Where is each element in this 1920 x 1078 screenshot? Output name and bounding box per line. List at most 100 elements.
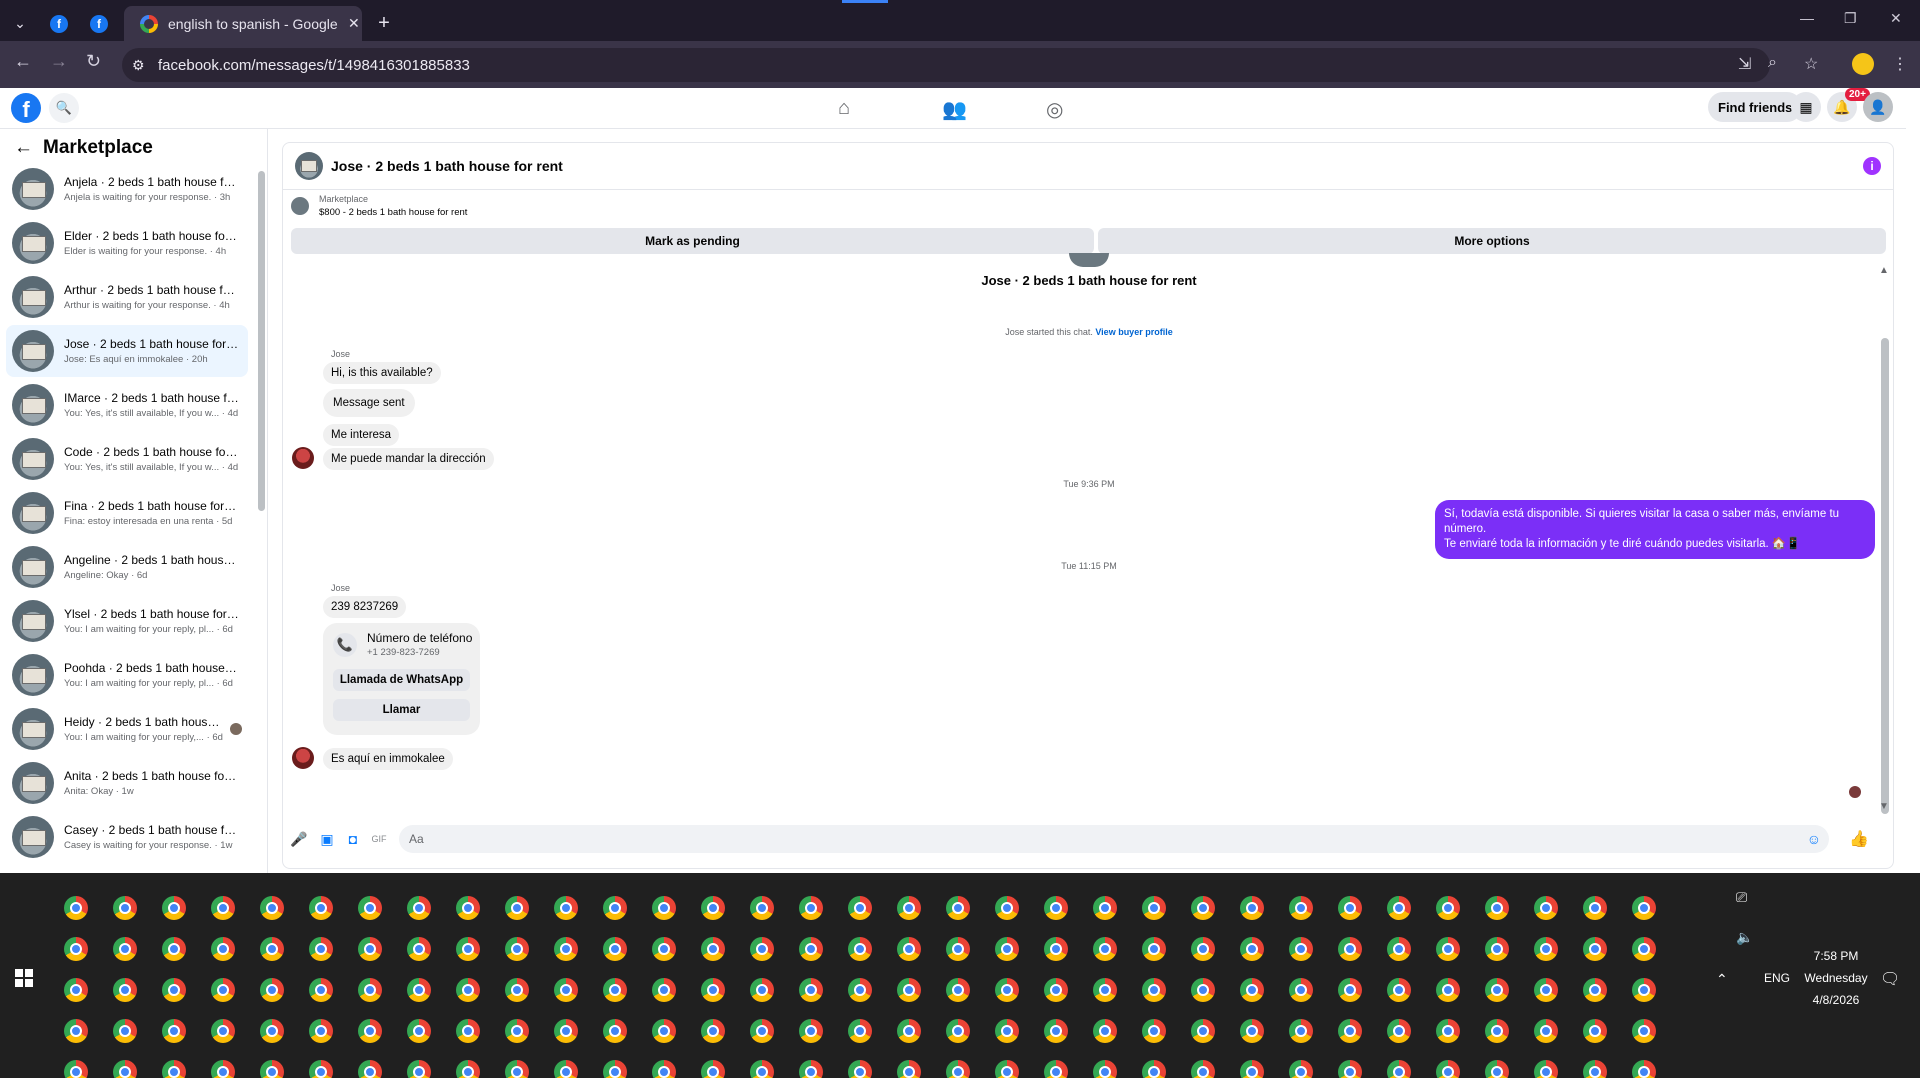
taskbar-app-icon[interactable] <box>652 937 676 961</box>
taskbar-app-icon[interactable] <box>358 978 382 1002</box>
conversation-item[interactable]: Anjela · 2 beds 1 bath house for... Anjel… <box>6 163 248 215</box>
taskbar-app-icon[interactable] <box>358 1060 382 1078</box>
call-button[interactable]: Llamar <box>333 699 470 721</box>
taskbar-app-icon[interactable] <box>260 896 284 920</box>
bookmark-star-icon[interactable]: ☆ <box>1804 54 1818 74</box>
taskbar-app-icon[interactable] <box>848 937 872 961</box>
taskbar-app-icon[interactable] <box>995 1060 1019 1078</box>
taskbar-app-icon[interactable] <box>113 1019 137 1043</box>
taskbar-app-icon[interactable] <box>1093 896 1117 920</box>
taskbar-app-icon[interactable] <box>1338 1019 1362 1043</box>
taskbar-app-icon[interactable] <box>1289 978 1313 1002</box>
message-bubble[interactable]: 239 8237269 <box>323 596 407 618</box>
tab-facebook[interactable]: f <box>44 6 74 41</box>
tab-google-search[interactable]: english to spanish - Google Sea ✕ <box>124 6 362 41</box>
taskbar-app-icon[interactable] <box>701 1019 725 1043</box>
taskbar-app-icon[interactable] <box>799 937 823 961</box>
taskbar-app-icon[interactable] <box>162 1019 186 1043</box>
taskbar-app-icon[interactable] <box>750 978 774 1002</box>
taskbar-app-icon[interactable] <box>211 1060 235 1078</box>
menu-icon[interactable]: ⋮ <box>1892 54 1908 74</box>
scroll-down-icon[interactable]: ▼ <box>1879 801 1889 812</box>
reload-icon[interactable]: ↻ <box>86 51 101 72</box>
outgoing-message-bubble[interactable]: Sí, todavía está disponible. Si quieres … <box>1435 500 1875 559</box>
taskbar-app-icon[interactable] <box>309 937 333 961</box>
view-buyer-profile-link[interactable]: View buyer profile <box>1095 327 1172 337</box>
taskbar-app-icon[interactable] <box>554 937 578 961</box>
taskbar-app-icon[interactable] <box>1534 1019 1558 1043</box>
taskbar-app-icon[interactable] <box>64 937 88 961</box>
taskbar-app-icon[interactable] <box>1485 896 1509 920</box>
taskbar-app-icon[interactable] <box>358 1019 382 1043</box>
taskbar-app-icon[interactable] <box>897 1060 921 1078</box>
taskbar-app-icon[interactable] <box>1632 1060 1656 1078</box>
taskbar-app-icon[interactable] <box>1191 896 1215 920</box>
taskbar-app-icon[interactable] <box>1093 1060 1117 1078</box>
taskbar-app-icon[interactable] <box>1142 937 1166 961</box>
zoom-icon[interactable]: ⌕ <box>1768 54 1777 72</box>
taskbar-app-icon[interactable] <box>260 978 284 1002</box>
taskbar-app-icon[interactable] <box>1093 978 1117 1002</box>
taskbar-app-icon[interactable] <box>1436 978 1460 1002</box>
taskbar-app-icon[interactable] <box>995 1019 1019 1043</box>
taskbar-app-icon[interactable] <box>652 978 676 1002</box>
taskbar-app-icon[interactable] <box>1240 978 1264 1002</box>
taskbar-app-icon[interactable] <box>1387 937 1411 961</box>
menu-grid-icon[interactable]: ▦ <box>1791 92 1821 122</box>
taskbar-app-icon[interactable] <box>701 978 725 1002</box>
sender-avatar[interactable] <box>292 747 314 769</box>
taskbar-app-icon[interactable] <box>211 937 235 961</box>
conversation-item[interactable]: IMarce · 2 beds 1 bath house fo... You: Y… <box>6 379 248 431</box>
taskbar-app-icon[interactable] <box>848 978 872 1002</box>
message-input[interactable]: Aa ☺ <box>399 825 1829 853</box>
taskbar-app-icon[interactable] <box>603 978 627 1002</box>
message-bubble[interactable]: Hi, is this available? <box>323 362 441 384</box>
taskbar-app-icon[interactable] <box>1485 1060 1509 1078</box>
taskbar-app-icon[interactable] <box>64 1019 88 1043</box>
taskbar-app-icon[interactable] <box>407 1019 431 1043</box>
chat-scrollbar[interactable] <box>1881 338 1889 814</box>
taskbar-app-icon[interactable] <box>260 937 284 961</box>
windows-start-icon[interactable] <box>15 969 33 987</box>
taskbar-app-icon[interactable] <box>603 1060 627 1078</box>
taskbar-app-icon[interactable] <box>946 896 970 920</box>
clock-day[interactable]: Wednesday <box>1800 971 1872 985</box>
taskbar-app-icon[interactable] <box>1387 1060 1411 1078</box>
taskbar-app-icon[interactable] <box>1485 978 1509 1002</box>
taskbar-app-icon[interactable] <box>652 896 676 920</box>
taskbar-app-icon[interactable] <box>1142 1060 1166 1078</box>
taskbar-app-icon[interactable] <box>1044 1060 1068 1078</box>
taskbar-app-icon[interactable] <box>1338 937 1362 961</box>
taskbar-app-icon[interactable] <box>701 896 725 920</box>
taskbar-app-icon[interactable] <box>995 937 1019 961</box>
back-icon[interactable]: ← <box>14 51 32 72</box>
taskbar-app-icon[interactable] <box>113 896 137 920</box>
message-bubble[interactable]: Me puede mandar la dirección <box>323 448 494 470</box>
taskbar-app-icon[interactable] <box>1534 896 1558 920</box>
restore-icon[interactable]: ❐ <box>1844 10 1857 27</box>
minimize-icon[interactable]: — <box>1800 10 1814 26</box>
taskbar-app-icon[interactable] <box>1191 978 1215 1002</box>
conversation-item[interactable]: Ylsel · 2 beds 1 bath house for r... You:… <box>6 595 248 647</box>
emoji-icon[interactable]: ☺ <box>1807 831 1821 847</box>
taskbar-app-icon[interactable] <box>848 896 872 920</box>
avatar[interactable] <box>295 152 323 180</box>
taskbar-app-icon[interactable] <box>799 896 823 920</box>
facebook-logo-icon[interactable]: f <box>11 93 41 123</box>
site-info-icon[interactable]: ⚙ <box>132 57 145 74</box>
taskbar-app-icon[interactable] <box>1289 937 1313 961</box>
sender-avatar[interactable] <box>292 447 314 469</box>
taskbar-app-icon[interactable] <box>554 896 578 920</box>
taskbar-app-icon[interactable] <box>1632 978 1656 1002</box>
taskbar-app-icon[interactable] <box>1436 1019 1460 1043</box>
taskbar-app-icon[interactable] <box>1338 978 1362 1002</box>
taskbar-app-icon[interactable] <box>1191 937 1215 961</box>
taskbar-app-icon[interactable] <box>211 896 235 920</box>
taskbar-app-icon[interactable] <box>603 896 627 920</box>
conversation-item-selected[interactable]: Jose · 2 beds 1 bath house for r... Jose:… <box>6 325 248 377</box>
microphone-icon[interactable]: 🎤 <box>290 831 307 847</box>
new-tab-button[interactable]: + <box>372 6 396 41</box>
taskbar-app-icon[interactable] <box>750 896 774 920</box>
taskbar-app-icon[interactable] <box>1387 896 1411 920</box>
taskbar-app-icon[interactable] <box>750 1060 774 1078</box>
